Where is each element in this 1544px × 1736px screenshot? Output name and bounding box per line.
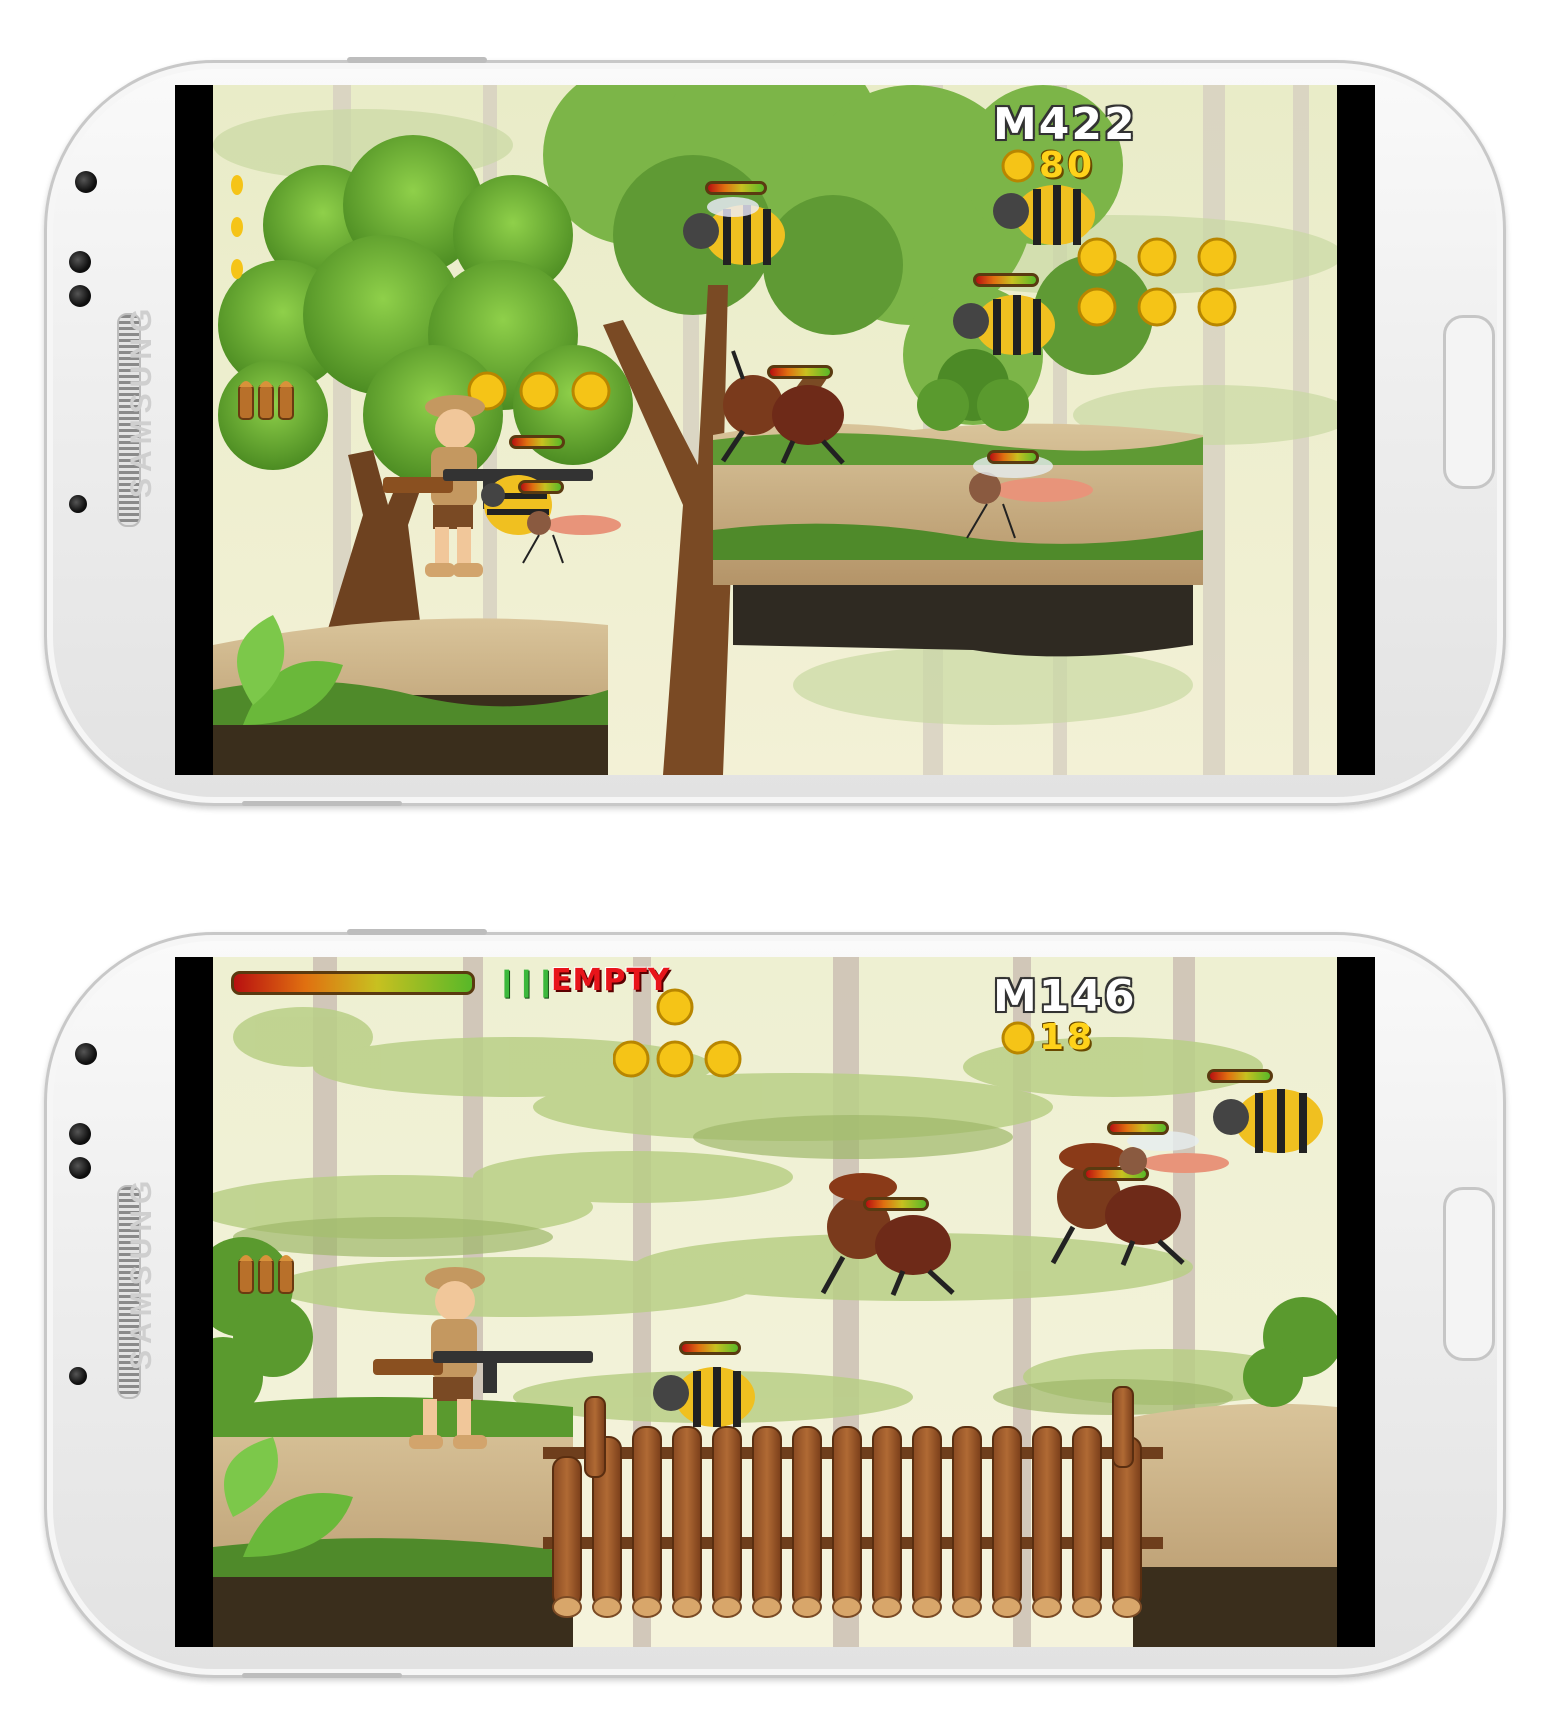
jungle-scene[interactable]: ❙❙❙ EMPTY M146 18 [213,957,1337,1647]
wasp-enemy[interactable] [643,1357,763,1447]
health-bar [1107,1121,1169,1135]
wasp-enemy[interactable] [673,195,793,285]
coin-stack [231,175,243,279]
wasp-enemy[interactable] [943,285,1063,375]
brand-logo: SAMSUNG [125,302,158,498]
sensor-icon [69,1367,87,1385]
health-bar [1207,1069,1273,1083]
game-screen-bottom[interactable]: ❙❙❙ EMPTY M146 18 [175,957,1375,1647]
distance-counter: M146 [993,971,1137,1022]
game-screen-top[interactable]: M422 80 [175,85,1375,775]
top-edge-button [347,929,487,935]
player-health-bar [231,971,475,995]
coin-counter: 80 [1039,145,1096,186]
sensor-icon [69,1157,91,1179]
soldier-character[interactable] [373,1257,603,1457]
sensor-icon [69,251,91,273]
phone-frame-top: SAMSUNG M422 80 [44,57,1506,806]
ant-enemy[interactable] [813,1167,963,1297]
wasp-enemy[interactable] [983,175,1103,265]
jungle-scene[interactable]: M422 80 [213,85,1337,775]
bullet-icon [238,381,294,420]
ant-enemy[interactable] [713,345,853,465]
phone-frame-bottom: SAMSUNG ❙❙❙ EMPTY M146 18 [44,929,1506,1678]
wasp-enemy[interactable] [1179,1077,1337,1167]
health-bar [679,1341,741,1355]
health-bar [973,273,1039,287]
bottom-edge-button [242,1673,402,1678]
health-bar [987,450,1039,464]
sensor-icon [69,495,87,513]
front-camera-icon [75,171,97,193]
bullet-icon [238,1255,294,1294]
coin-icon [1001,149,1035,183]
bullet-icon: ❙❙❙ [495,965,557,998]
home-button[interactable] [1443,1187,1495,1361]
front-camera-icon [75,1043,97,1065]
distance-counter: M422 [993,99,1137,150]
health-bar [863,1197,929,1211]
coin-icon [613,988,742,1078]
coin-icon [1001,1021,1035,1055]
bottom-edge-button [242,801,402,806]
home-button[interactable] [1443,315,1495,489]
health-bar [509,435,565,449]
health-bar [518,480,564,494]
coin-counter: 18 [1039,1017,1096,1058]
sensor-icon [69,1123,91,1145]
health-bar [705,181,767,195]
brand-logo: SAMSUNG [125,1174,158,1370]
top-edge-button [347,57,487,63]
sensor-icon [69,285,91,307]
mosquito-enemy[interactable] [513,495,623,565]
health-bar [767,365,833,379]
